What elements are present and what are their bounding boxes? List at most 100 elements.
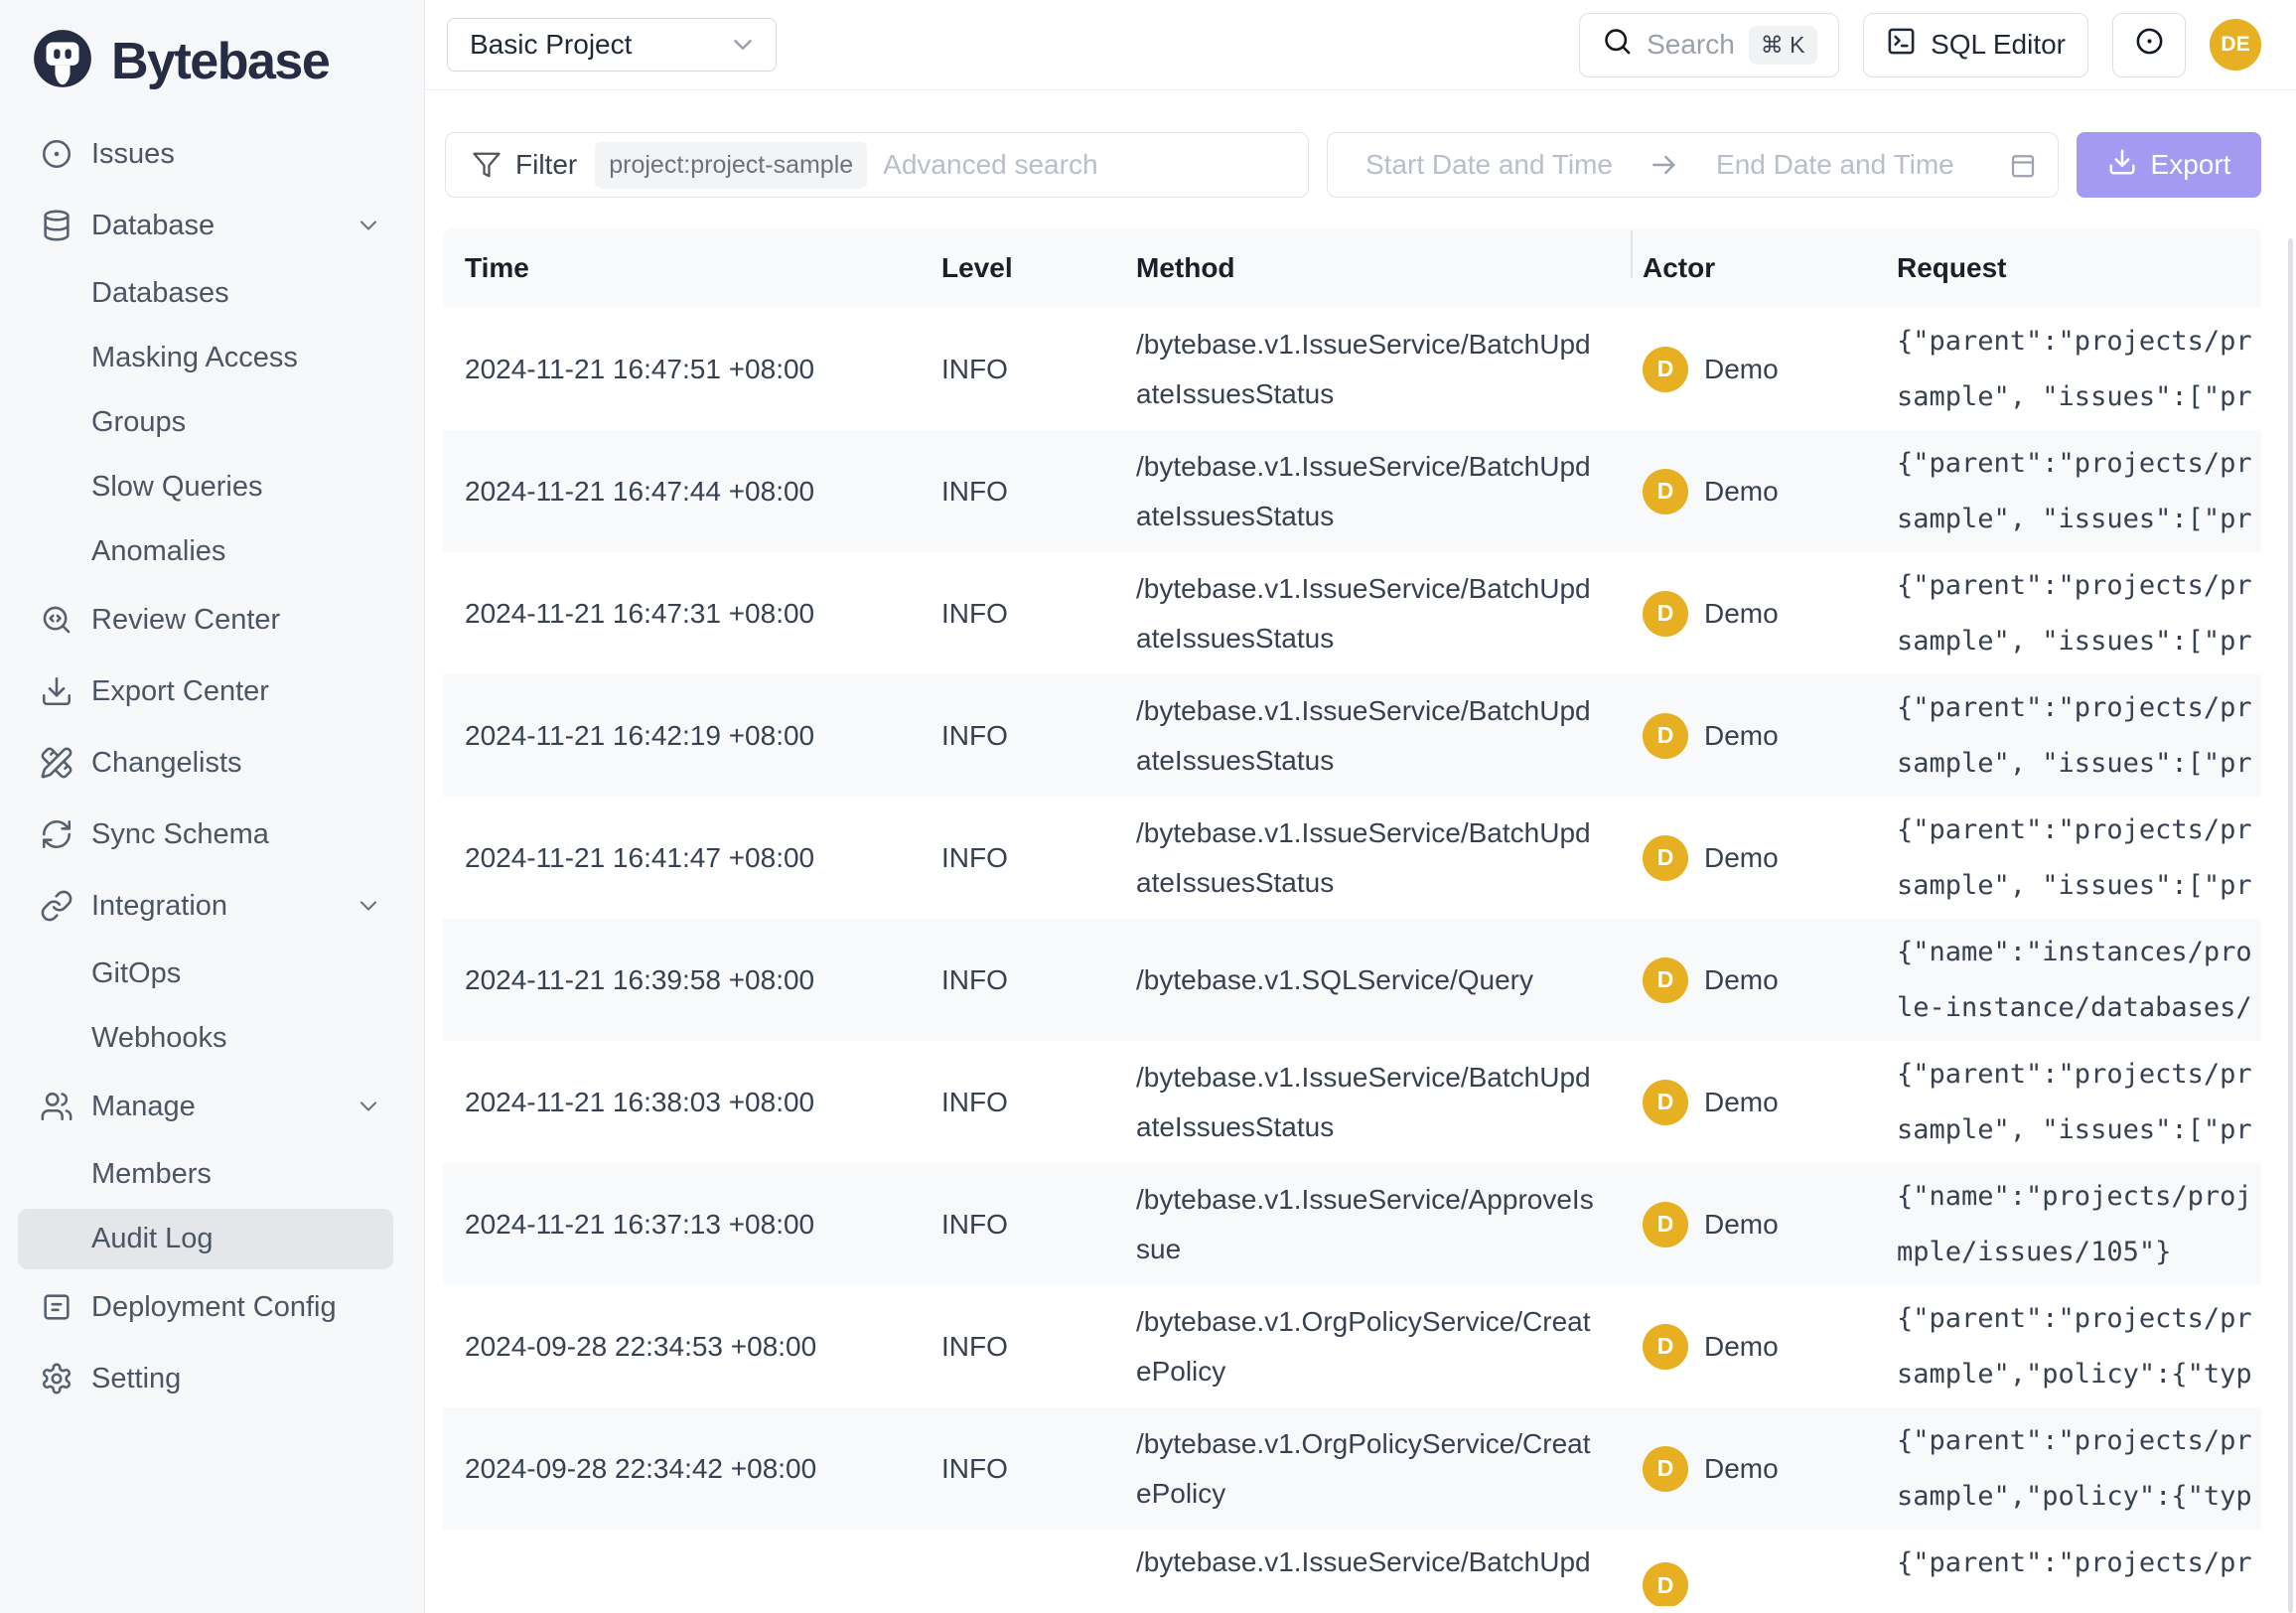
cell-method: /bytebase.v1.IssueService/BatchUpdateIss…: [1126, 1053, 1633, 1152]
table-row[interactable]: 2024-11-21 16:38:03 +08:00 INFO /bytebas…: [443, 1041, 2261, 1163]
sidebar-item-changelists[interactable]: Changelists: [0, 727, 424, 799]
cell-time: 2024-11-21 16:41:47 +08:00: [443, 838, 932, 878]
sidebar-item-webhooks[interactable]: Webhooks: [0, 1006, 424, 1071]
users-icon: [40, 1090, 73, 1123]
column-header-actor: Actor: [1633, 252, 1887, 284]
request-json-line: sample", "issues":["pr: [1897, 1102, 2261, 1158]
circle-dot-icon: [40, 137, 73, 171]
sidebar-item-database[interactable]: Database: [0, 190, 424, 261]
sidebar-item-issues[interactable]: Issues: [0, 118, 424, 190]
sidebar-item-integration[interactable]: Integration: [0, 870, 424, 942]
date-range-picker[interactable]: Start Date and Time End Date and Time: [1327, 132, 2059, 198]
sidebar-item-label: Sync Schema: [91, 818, 269, 851]
cell-time: 2024-09-28 22:34:42 +08:00: [443, 1449, 932, 1489]
filter-chip-project[interactable]: project:project-sample: [595, 142, 867, 189]
cell-level: INFO: [932, 1453, 1126, 1485]
cell-request: {"name":"instances/prole-instance/databa…: [1887, 925, 2261, 1036]
logo-link[interactable]: Bytebase: [0, 0, 424, 96]
note-lines-icon: [40, 1290, 73, 1324]
scrollbar[interactable]: [2288, 238, 2293, 1613]
actor-name: Demo: [1704, 1331, 1779, 1363]
terminal-icon: [1886, 26, 1917, 64]
request-json-line: {"name":"projects/proj: [1897, 1169, 2261, 1225]
sidebar-item-label: Webhooks: [91, 1022, 227, 1055]
cell-time: 2024-11-21 16:47:51 +08:00: [443, 350, 932, 389]
table-row[interactable]: 2024-11-21 16:39:58 +08:00 INFO /bytebas…: [443, 919, 2261, 1041]
table-row[interactable]: 2024-11-21 16:47:44 +08:00 INFO /bytebas…: [443, 430, 2261, 552]
table-row[interactable]: 2024-11-21 16:47:51 +08:00 INFO /bytebas…: [443, 308, 2261, 430]
actor-name: Demo: [1704, 1453, 1779, 1485]
cell-actor: D Demo: [1633, 835, 1887, 881]
table-row[interactable]: 2024-09-28 22:34:53 +08:00 INFO /bytebas…: [443, 1285, 2261, 1407]
sidebar-item-anomalies[interactable]: Anomalies: [0, 519, 424, 584]
cell-method: /bytebase.v1.SQLService/Query: [1126, 955, 1633, 1005]
sidebar-item-databases[interactable]: Databases: [0, 261, 424, 326]
project-select[interactable]: Basic Project: [447, 18, 777, 72]
chevron-down-icon: [355, 1093, 382, 1120]
table-row[interactable]: 2024-11-21 16:47:31 +08:00 INFO /bytebas…: [443, 552, 2261, 674]
sidebar-item-deployment-config[interactable]: Deployment Config: [0, 1271, 424, 1343]
request-json-line: {"parent":"projects/pr: [1897, 680, 2261, 736]
table-row[interactable]: 2024-09-28 22:34:42 +08:00 INFO /bytebas…: [443, 1407, 2261, 1530]
cell-request: {"parent":"projects/prsample","policy":{…: [1887, 1291, 2261, 1402]
request-json-line: sample", "issues":["pr: [1897, 492, 2261, 547]
cell-time: 2024-11-21 16:42:19 +08:00: [443, 716, 932, 756]
sidebar-item-label: Masking Access: [91, 342, 298, 374]
sidebar-item-slow-queries[interactable]: Slow Queries: [0, 455, 424, 519]
export-button[interactable]: Export: [2077, 132, 2261, 198]
cell-actor: D Demo: [1633, 957, 1887, 1003]
table-row[interactable]: 2024-11-21 16:42:19 +08:00 INFO /bytebas…: [443, 674, 2261, 797]
cell-request: {"parent":"projects/prsample", "issues":…: [1887, 803, 2261, 914]
sidebar-item-label: Database: [91, 210, 215, 242]
circle-dot-button[interactable]: [2112, 13, 2186, 77]
sidebar-item-export-center[interactable]: Export Center: [0, 656, 424, 727]
gear-icon: [40, 1362, 73, 1395]
sidebar-item-label: Changelists: [91, 747, 242, 780]
sidebar-item-review-center[interactable]: Review Center: [0, 584, 424, 656]
cell-level: INFO: [932, 476, 1126, 508]
project-select-value: Basic Project: [470, 29, 632, 61]
table-row[interactable]: 2024-11-21 16:41:47 +08:00 INFO /bytebas…: [443, 797, 2261, 919]
cell-actor: D Demo: [1633, 1080, 1887, 1125]
sidebar-item-masking-access[interactable]: Masking Access: [0, 326, 424, 390]
keyboard-shortcut-badge: ⌘ K: [1749, 26, 1817, 65]
cell-level: INFO: [932, 1087, 1126, 1118]
cell-method: /bytebase.v1.IssueService/BatchUpdateIss…: [1126, 320, 1633, 419]
cell-method: /bytebase.v1.IssueService/BatchUpdateIss…: [1126, 686, 1633, 786]
cell-actor: D Demo: [1633, 1202, 1887, 1247]
cell-request: {"parent":"projects/prsample", "issues":…: [1887, 314, 2261, 425]
advanced-search-placeholder: Advanced search: [883, 149, 1097, 181]
filter-input[interactable]: Filter project:project-sample Advanced s…: [445, 132, 1309, 198]
actor-avatar: D: [1643, 469, 1688, 514]
sidebar-item-sync-schema[interactable]: Sync Schema: [0, 799, 424, 870]
cell-level: INFO: [932, 598, 1126, 630]
column-header-method: Method: [1126, 243, 1633, 293]
cell-request: {"parent":"projects/prsample", "issues":…: [1887, 1047, 2261, 1158]
sidebar-item-label: Manage: [91, 1091, 196, 1123]
table-row[interactable]: 2024-11-21 16:37:13 +08:00 INFO /bytebas…: [443, 1163, 2261, 1285]
sidebar-item-setting[interactable]: Setting: [0, 1343, 424, 1414]
download-icon: [2107, 147, 2137, 184]
cell-level: INFO: [932, 964, 1126, 996]
request-json-line: {"parent":"projects/pr: [1897, 436, 2261, 492]
sidebar-item-groups[interactable]: Groups: [0, 390, 424, 455]
sidebar-item-manage[interactable]: Manage: [0, 1071, 424, 1142]
request-json-line: {"parent":"projects/pr: [1897, 803, 2261, 858]
actor-avatar: D: [1643, 713, 1688, 759]
user-avatar[interactable]: DE: [2210, 19, 2261, 71]
filter-bar: Filter project:project-sample Advanced s…: [425, 91, 2296, 198]
sidebar-item-members[interactable]: Members: [0, 1142, 424, 1207]
pencil-ruler-icon: [40, 746, 73, 780]
actor-avatar: D: [1643, 957, 1688, 1003]
cell-time: 2024-11-21 16:47:44 +08:00: [443, 472, 932, 512]
export-label: Export: [2151, 149, 2231, 181]
sidebar-item-gitops[interactable]: GitOps: [0, 942, 424, 1006]
search-button[interactable]: Search ⌘ K: [1579, 13, 1839, 77]
request-json-line: {"parent":"projects/pr: [1897, 1413, 2261, 1469]
sql-editor-button[interactable]: SQL Editor: [1863, 13, 2088, 77]
sidebar-item-audit-log[interactable]: Audit Log: [0, 1207, 424, 1271]
database-icon: [40, 209, 73, 242]
topbar: Basic Project Search ⌘ K SQL Editor DE: [425, 0, 2296, 90]
table-row[interactable]: /bytebase.v1.IssueService/BatchUpdateIss…: [443, 1530, 2261, 1606]
request-json-line: sample", "issues":["pr: [1897, 369, 2261, 425]
